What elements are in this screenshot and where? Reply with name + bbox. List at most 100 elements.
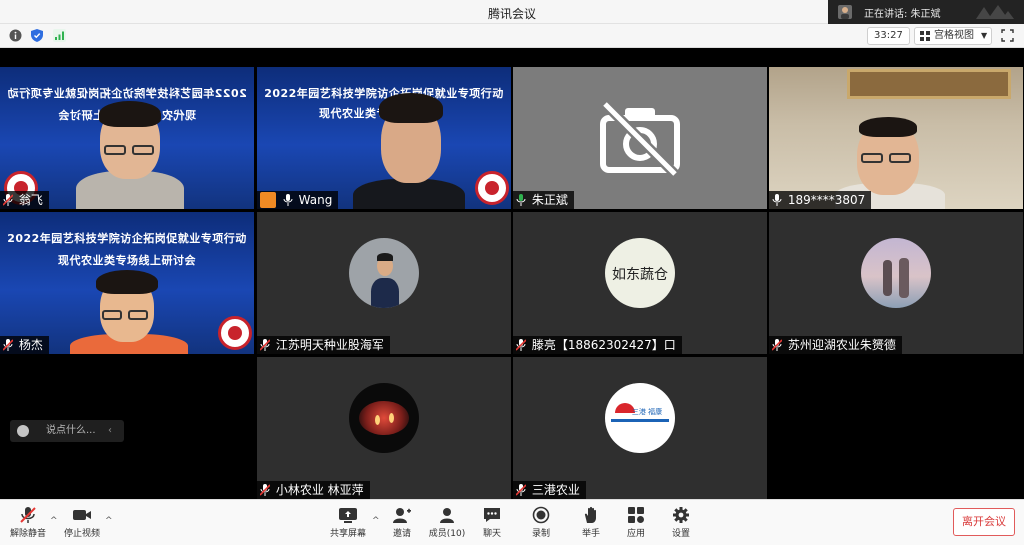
school-logo [218,316,252,350]
fullscreen-icon[interactable] [1001,29,1014,42]
speaking-indicator: 正在讲话: 朱正斌 [828,0,1024,24]
video-tile[interactable]: 如东蔬仓 滕亮【18862302427】口 [513,212,767,354]
invite-button[interactable]: 邀请 [377,504,427,542]
avatar-logo-text: 如东蔬仓 [612,267,668,283]
participant-name: 苏州迎湖农业朱赟德 [787,338,896,352]
mic-icon [283,193,293,206]
members-label: 成员(10) [428,529,466,539]
participant-avatar: 如东蔬仓 [605,238,675,308]
meeting-timer: 33:27 [867,27,910,45]
video-tile[interactable]: 朱正斌 [513,67,767,209]
mic-muted-icon [772,338,782,351]
network-signal-icon[interactable] [53,29,66,42]
participant-name: 滕亮【18862302427】口 [531,338,676,352]
participant-name: 三港农业 [531,483,580,497]
participant-name: 翁飞 [18,193,43,207]
participant-name-tag: 苏州迎湖农业朱赟德 [769,336,902,354]
mic-muted-icon [3,338,13,351]
chat-bubble-icon [484,508,500,522]
participant-name-tag: 杨杰 [0,336,49,354]
participant-name-tag: Wang [257,191,339,209]
apps-button[interactable]: 应用 [611,504,661,542]
video-tile[interactable]: 2022年园艺科技学院访企拓岗促就业专项行动 现代农业类专场线上研讨会 杨杰 [0,212,254,354]
share-screen-label: 共享屏幕 [329,529,366,539]
unmute-button[interactable]: 解除静音 [3,504,53,542]
participant-avatar [349,238,419,308]
mic-icon [772,193,782,206]
speaker-avatar-icon [838,5,852,19]
video-options-caret-icon[interactable]: ^ [105,516,113,526]
video-tile[interactable]: 2022年园艺科技学院访企拓岗促就业专项行动 现代农业类专场 Wang [257,67,511,209]
banner-line: 2022年园艺科技学院访企拓岗促就业专项行动 [7,87,247,100]
leave-meeting-button[interactable]: 离开会议 [953,508,1015,536]
participant-name-tag: 江苏明天种业股海军 [257,336,390,354]
collapse-arrow-icon[interactable]: ‹ [108,420,112,442]
video-tile[interactable]: 苏州迎湖农业朱赟德 [769,212,1023,354]
speaking-text: 正在讲话: 朱正斌 [864,9,941,20]
video-tile[interactable]: 189****3807 [769,67,1023,209]
grid-view-icon [920,31,930,41]
participant-name-tag: 三港农业 [513,481,586,499]
members-button[interactable]: 成员(10) [422,504,472,542]
share-screen-icon [339,508,357,523]
video-grid: 2022年园艺科技学院访企拓岗促就业专项行动 现代农业类专场线上研讨会 翁飞 2… [0,67,1024,499]
wall-painting [847,69,1011,99]
participant-name: 189****3807 [787,193,866,207]
mic-muted-icon [260,483,270,496]
view-mode-button[interactable]: 宫格视图 ▼ [914,27,992,45]
video-tile[interactable]: 2022年园艺科技学院访企拓岗促就业专项行动 现代农业类专场线上研讨会 翁飞 [0,67,254,209]
chat-placeholder: 说点什么... [46,425,96,436]
title-bar: 腾讯会议 正在讲话: 朱正斌 [0,0,1024,24]
members-icon [440,508,454,523]
raise-hand-icon [584,506,596,523]
chat-button[interactable]: 聊天 [467,504,517,542]
school-logo [475,171,509,205]
unmute-label: 解除静音 [9,529,46,539]
meeting-info-icon[interactable] [9,29,22,42]
record-label: 录制 [531,529,550,539]
security-shield-icon[interactable] [31,29,43,42]
emoji-icon[interactable] [17,425,29,437]
add-user-icon [393,508,411,523]
banner-line: 现代农业类专场线上研讨会 [58,254,196,267]
gear-icon [673,507,689,523]
participant-name-tag: 翁飞 [0,191,49,209]
stop-video-button[interactable]: 停止视频 [57,504,107,542]
settings-label: 设置 [671,529,690,539]
participant-name: 杨杰 [18,338,43,352]
chat-label: 聊天 [482,529,501,539]
participant-name-tag: 滕亮【18862302427】口 [513,336,682,354]
invite-label: 邀请 [392,529,411,539]
video-tile[interactable]: 小林农业 林亚萍 [257,357,511,499]
participant-avatar [349,383,419,453]
tencent-meeting-window: 腾讯会议 正在讲话: 朱正斌 33:27 宫格视图 ▼ 2022年园艺科技学院访… [0,0,1024,545]
mic-muted-icon [260,338,270,351]
settings-button[interactable]: 设置 [656,504,706,542]
participant-name-tag: 小林农业 林亚萍 [257,481,370,499]
camera-off-icon [600,100,680,176]
caret-down-icon: ▼ [981,31,988,40]
video-tile[interactable]: 三港 福康 三港农业 [513,357,767,499]
participant-name-tag: 189****3807 [769,191,872,209]
video-tile[interactable]: 江苏明天种业股海军 [257,212,511,354]
share-screen-button[interactable]: 共享屏幕 [323,504,373,542]
apps-label: 应用 [626,529,645,539]
decoration-icon [976,5,1014,19]
raise-hand-label: 举手 [581,529,600,539]
mic-muted-icon [3,193,13,206]
participant-name: 小林农业 林亚萍 [275,483,364,497]
chat-input-pill[interactable]: 说点什么... ‹ [10,420,124,442]
record-button[interactable]: 录制 [516,504,566,542]
video-camera-icon [73,510,91,520]
participant-name: Wang [298,193,333,207]
stop-video-label: 停止视频 [63,529,100,539]
view-mode-label: 宫格视图 [934,30,974,41]
mic-muted-icon [20,507,36,523]
apps-icon [628,507,644,523]
participant-name: 朱正斌 [531,193,568,207]
mic-muted-icon [516,338,526,351]
banner-line: 2022年园艺科技学院访企拓岗促就业专项行动 [7,232,247,245]
empty-tile [769,357,1023,499]
mic-muted-icon [516,483,526,496]
raise-hand-button[interactable]: 举手 [566,504,616,542]
